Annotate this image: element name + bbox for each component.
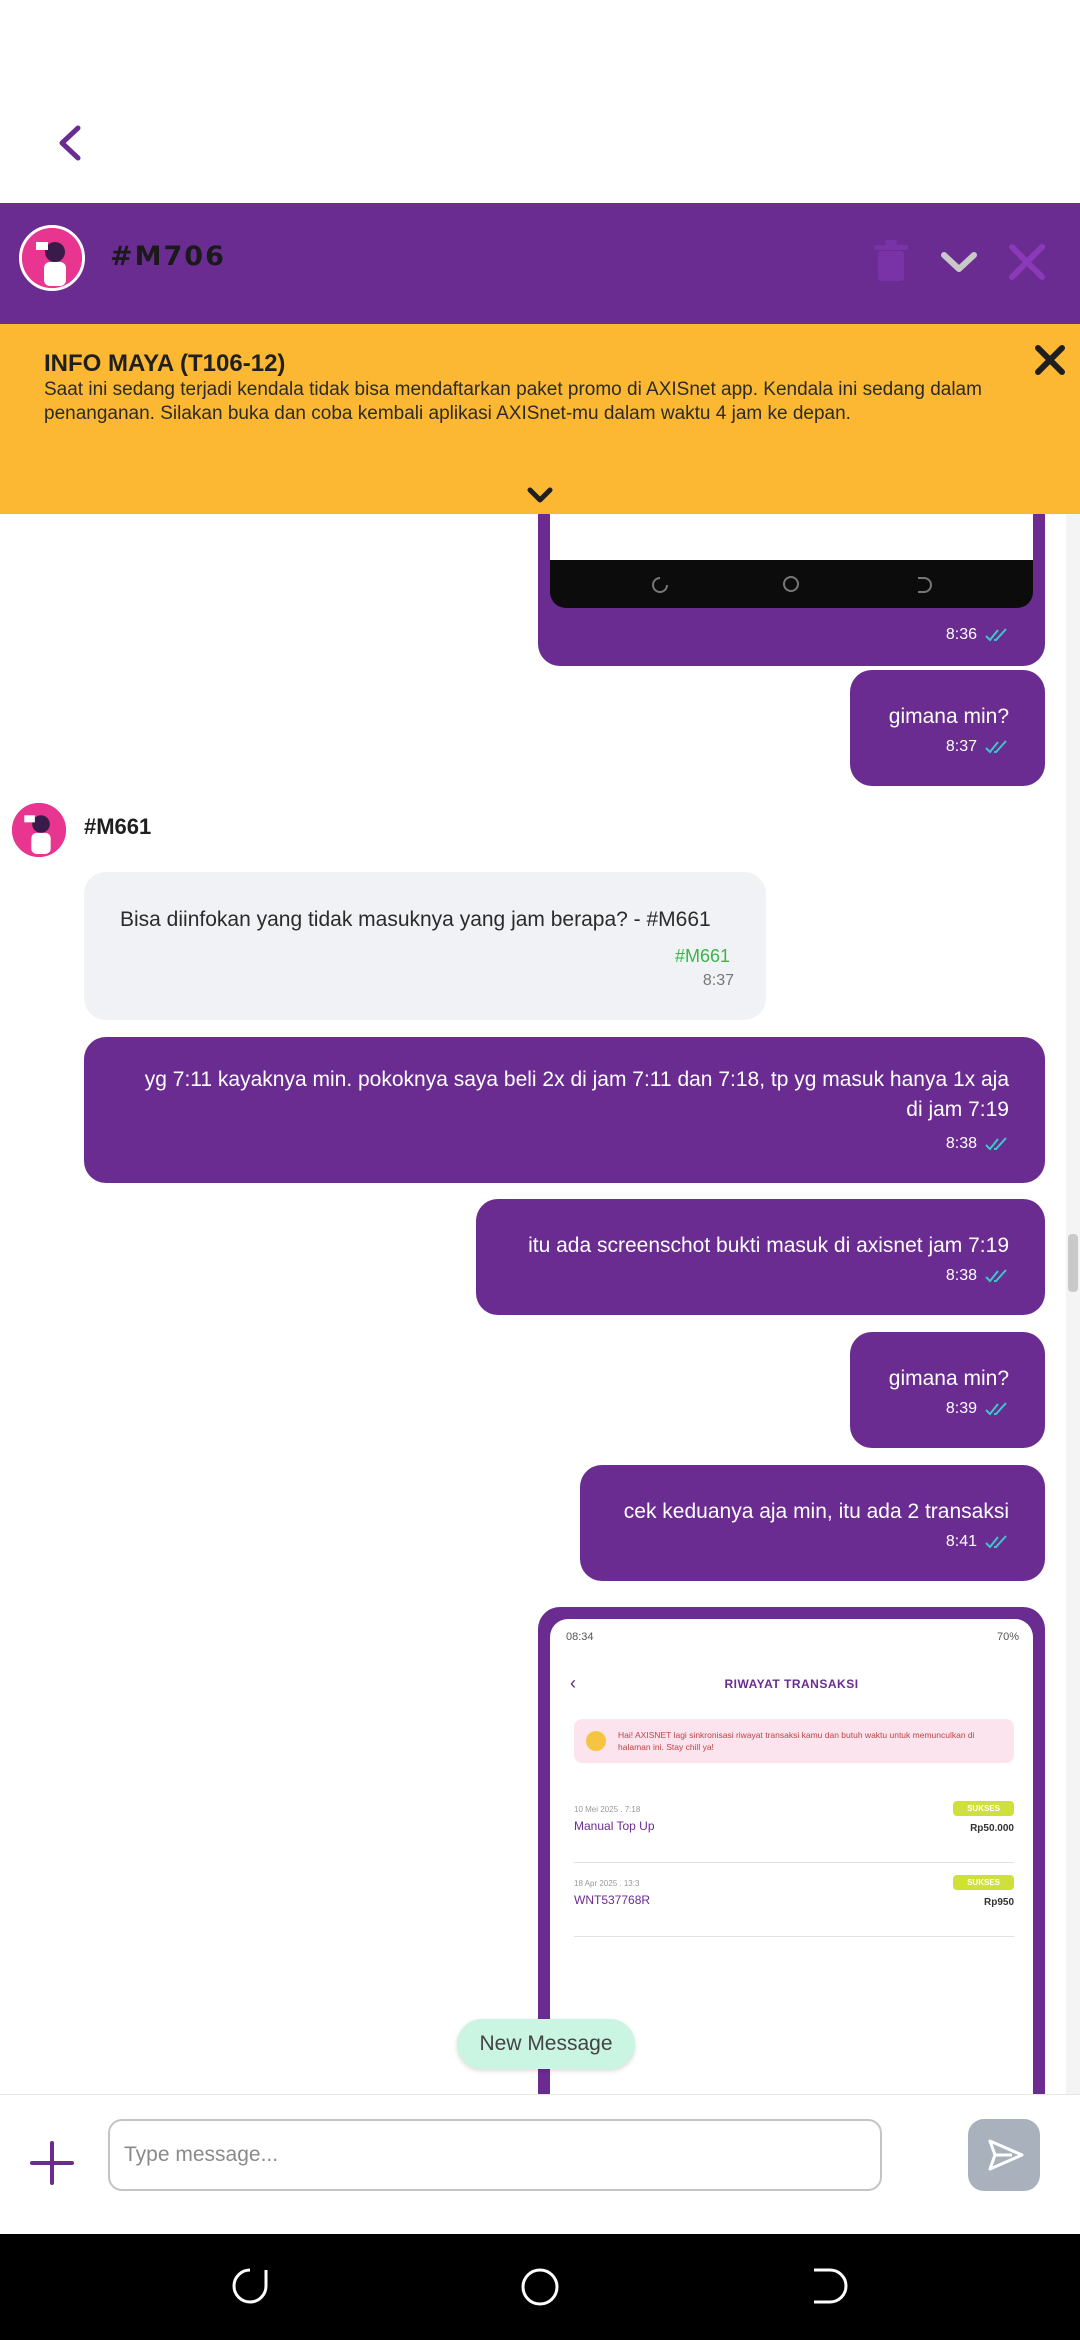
chat-avatar [19, 225, 85, 291]
transaction-status-badge: SUKSES [953, 1875, 1014, 1890]
transaction-date: 18 Apr 2025 . 13:3 [574, 1879, 640, 1888]
screenshot-battery: 70% [996, 1631, 1019, 1643]
message-meta: 8:38 [946, 1267, 1011, 1285]
message-meta: 8:38 [946, 1135, 1011, 1153]
message-meta: 8:37 [946, 738, 1011, 756]
screenshot-note: Hai! AXISNET lagi sinkronisasi riwayat t… [574, 1719, 1014, 1763]
screenshot-image [550, 514, 1033, 562]
screenshot-nav-bar [550, 560, 1033, 608]
send-icon [988, 2139, 1024, 2171]
message-meta: 8:41 [946, 1533, 1011, 1551]
message-time: 8:38 [945, 1267, 977, 1284]
read-ticks-icon [985, 740, 1007, 754]
chevron-down-icon[interactable] [928, 231, 990, 293]
read-ticks-icon [985, 1269, 1007, 1283]
screenshot-note-text: Hai! AXISNET lagi sinkronisasi riwayat t… [618, 1730, 975, 1752]
screenshot-title: RIWAYAT TRANSAKSI [724, 1677, 859, 1691]
avatar-illustration-icon [22, 228, 82, 288]
outgoing-message[interactable]: yg 7:11 kayaknya min. pokoknya saya beli… [84, 1037, 1045, 1183]
add-attachment-icon[interactable] [28, 2139, 76, 2187]
transaction-status-badge: SUKSES [953, 1801, 1014, 1816]
message-time: 8:39 [945, 1400, 977, 1417]
screenshot-status-time: 08:34 [566, 1631, 594, 1643]
message-text: gimana min? [888, 705, 1009, 728]
scrollbar-track[interactable] [1066, 514, 1080, 2094]
incoming-message[interactable]: Bisa diinfokan yang tidak masuknya yang … [84, 872, 766, 1020]
image-message-bubble[interactable]: 8:36 [538, 514, 1045, 666]
chat-title: #M706 [110, 241, 226, 272]
message-text: Bisa diinfokan yang tidak masuknya yang … [120, 908, 711, 931]
back-icon[interactable] [792, 2252, 862, 2322]
transaction-amount: Rp950 [983, 1897, 1014, 1908]
outgoing-message[interactable]: cek keduanya aja min, itu ada 2 transaks… [580, 1465, 1045, 1581]
avatar-illustration-icon [12, 803, 66, 857]
outgoing-message[interactable]: itu ada screenschot bukti masuk di axisn… [476, 1199, 1045, 1315]
new-message-button[interactable]: New Message [457, 2019, 635, 2069]
transaction-name: Manual Top Up [574, 1819, 655, 1833]
transaction-row: 18 Apr 2025 . 13:3 WNT537768R SUKSES Rp9… [574, 1875, 1014, 1937]
message-composer [0, 2094, 1080, 2234]
agent-name: #M661 [84, 814, 152, 839]
read-ticks-icon [985, 1137, 1007, 1151]
transaction-amount: Rp50.000 [970, 1823, 1014, 1834]
recent-apps-icon[interactable] [218, 2252, 288, 2322]
info-banner-text: Saat ini sedang terjadi kendala tidak bi… [44, 379, 982, 424]
chat-message-list[interactable]: 8:36 gimana min? 8:37 #M661 Bisa diinfok… [0, 514, 1080, 2094]
banner-close-icon[interactable] [1032, 342, 1068, 378]
chat-header: #M706 [0, 203, 1080, 324]
system-navigation-bar [0, 2234, 1080, 2340]
info-banner: INFO MAYA (T106-12) Saat ini sedang terj… [0, 324, 1080, 514]
message-input[interactable] [108, 2119, 882, 2191]
outgoing-message[interactable]: gimana min? 8:37 [850, 670, 1045, 786]
message-meta: 8:36 [946, 626, 1011, 644]
transaction-name: WNT537768R [574, 1893, 651, 1907]
screenshot-nav-icons [652, 576, 932, 593]
agent-tag: #M661 [674, 946, 730, 966]
message-text: cek keduanya aja min, itu ada 2 transaks… [623, 1500, 1009, 1523]
message-time: 8:38 [945, 1135, 977, 1152]
read-ticks-icon [985, 1402, 1007, 1416]
scrollbar-thumb[interactable] [1068, 1234, 1078, 1292]
agent-avatar [10, 801, 68, 859]
message-time: 8:37 [945, 738, 977, 755]
banner-expand-icon[interactable] [524, 484, 556, 508]
message-text: itu ada screenschot bukti masuk di axisn… [528, 1234, 1009, 1257]
top-app-bar [0, 0, 1080, 203]
send-button[interactable] [968, 2119, 1040, 2191]
message-time: 8:36 [945, 626, 977, 643]
message-text-line-2: di jam 7:19 [906, 1098, 1009, 1121]
message-meta: 8:39 [946, 1400, 1011, 1418]
message-time: 8:37 [702, 972, 734, 989]
message-time: 8:41 [945, 1533, 977, 1550]
home-icon[interactable] [505, 2252, 575, 2322]
thinking-emoji-icon [586, 1731, 606, 1751]
trash-icon[interactable] [860, 231, 922, 293]
transaction-date: 10 Mei 2025 . 7:18 [574, 1805, 641, 1814]
message-text: gimana min? [888, 1367, 1009, 1390]
read-ticks-icon [985, 628, 1007, 642]
info-banner-title: INFO MAYA (T106-12) [44, 350, 286, 377]
message-text-line-1: yg 7:11 kayaknya min. pokoknya saya beli… [144, 1068, 1009, 1091]
transaction-row: 10 Mei 2025 . 7:18 Manual Top Up SUKSES … [574, 1801, 1014, 1863]
back-arrow-icon[interactable] [50, 118, 90, 168]
close-icon[interactable] [996, 231, 1058, 293]
outgoing-message[interactable]: gimana min? 8:39 [850, 1332, 1045, 1448]
read-ticks-icon [985, 1535, 1007, 1549]
